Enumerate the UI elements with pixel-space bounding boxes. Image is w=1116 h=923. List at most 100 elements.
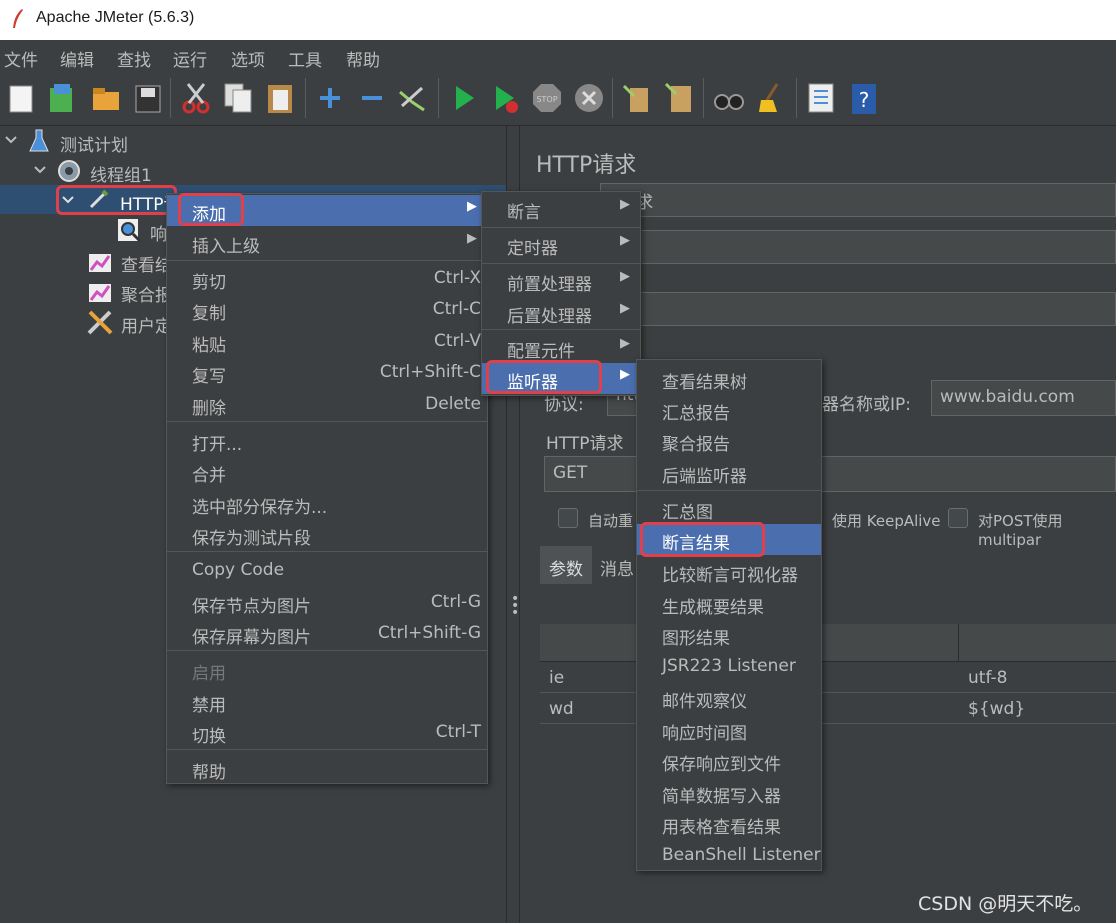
- cut-icon[interactable]: [180, 80, 212, 116]
- chevron-down-icon[interactable]: [5, 134, 17, 146]
- chevron-right-icon: ▶: [620, 336, 630, 351]
- function-helper-icon[interactable]: [805, 80, 837, 116]
- start-no-pause-icon[interactable]: [490, 80, 522, 116]
- shutdown-icon[interactable]: [573, 80, 605, 116]
- start-icon[interactable]: [448, 80, 480, 116]
- toggle-icon[interactable]: [396, 80, 428, 116]
- tree-node-view-results[interactable]: 查看结: [121, 251, 172, 276]
- menu-item-summary-report[interactable]: 汇总报告: [637, 394, 821, 425]
- menu-item-save-node-image[interactable]: 保存节点为图片 Ctrl-G: [167, 587, 487, 618]
- server-field[interactable]: www.baidu.com: [931, 380, 1116, 416]
- context-menu: 添加 ▶ 插入上级 ▶ 剪切 Ctrl-X 复制 Ctrl-C 粘贴 Ctrl-V 复写 C…: [166, 193, 488, 784]
- chevron-right-icon: ▶: [620, 367, 630, 382]
- menu-item-merge[interactable]: 合并: [167, 456, 487, 487]
- tree-node-thread-group[interactable]: 线程组1: [90, 161, 152, 186]
- table-row[interactable]: ie utf-8: [540, 663, 1116, 693]
- menu-item-view-results-table[interactable]: 用表格查看结果: [637, 808, 821, 839]
- menu-options[interactable]: 选项: [231, 46, 265, 71]
- menu-tools[interactable]: 工具: [288, 46, 322, 71]
- method-select[interactable]: GET: [544, 456, 1116, 492]
- menu-item-postprocessors[interactable]: 后置处理器 ▶: [482, 297, 640, 328]
- menu-item-generate-summary[interactable]: 生成概要结果: [637, 588, 821, 619]
- menu-item-save-responses[interactable]: 保存响应到文件: [637, 745, 821, 776]
- menu-item-beanshell-listener[interactable]: BeanShell Listener: [637, 840, 821, 871]
- highlight-box: [178, 193, 244, 226]
- chevron-down-icon[interactable]: [34, 164, 46, 176]
- menu-item-comparison-visualizer[interactable]: 比较断言可视化器: [637, 556, 821, 587]
- window-title: Apache JMeter (5.6.3): [36, 9, 195, 26]
- menu-item-assertions[interactable]: 断言 ▶: [482, 193, 640, 224]
- menu-item-disable[interactable]: 禁用: [167, 686, 487, 717]
- server-label: 器名称或IP:: [822, 395, 911, 415]
- panel-title: HTTP请求: [536, 153, 637, 178]
- copy-icon[interactable]: [222, 80, 254, 116]
- chevron-right-icon: ▶: [620, 233, 630, 248]
- menu-item-save-selection[interactable]: 选中部分保存为...: [167, 488, 487, 519]
- menu-item-config-elements[interactable]: 配置元件 ▶: [482, 332, 640, 363]
- menu-item-aggregate-report[interactable]: 聚合报告: [637, 425, 821, 456]
- new-icon[interactable]: [6, 80, 38, 116]
- menu-item-duplicate[interactable]: 复写 Ctrl+Shift-C: [167, 357, 487, 388]
- menu-item-save-fragment[interactable]: 保存为测试片段: [167, 519, 487, 550]
- menu-item-copy[interactable]: 复制 Ctrl-C: [167, 294, 487, 325]
- tree-node-aggregate[interactable]: 聚合报: [121, 281, 172, 306]
- menu-item-toggle[interactable]: 切换 Ctrl-T: [167, 717, 487, 748]
- menu-item-aggregate-graph[interactable]: 汇总图: [637, 493, 821, 524]
- menu-item-delete[interactable]: 删除 Delete: [167, 389, 487, 420]
- menu-item-mailer-visualizer[interactable]: 邮件观察仪: [637, 682, 821, 713]
- highlight-box: [486, 360, 602, 394]
- menu-item-insert-parent[interactable]: 插入上级 ▶: [167, 227, 487, 258]
- collapse-icon[interactable]: [356, 80, 388, 116]
- menu-item-backend-listener[interactable]: 后端监听器: [637, 457, 821, 488]
- menu-item-simple-data-writer[interactable]: 简单数据写入器: [637, 777, 821, 808]
- highlight-box: [640, 522, 765, 557]
- menu-item-jsr223-listener[interactable]: JSR223 Listener: [637, 651, 821, 682]
- auto-redirect-checkbox[interactable]: [558, 508, 578, 528]
- menu-run[interactable]: 运行: [173, 46, 207, 71]
- chart-icon: [89, 254, 111, 272]
- clear-icon[interactable]: [620, 80, 652, 116]
- menu-item-view-results-tree[interactable]: 查看结果树: [637, 363, 821, 394]
- menu-item-copy-code[interactable]: Copy Code: [167, 555, 487, 586]
- help-icon[interactable]: ?: [848, 80, 880, 116]
- tree-node-response[interactable]: 响: [150, 220, 167, 245]
- menu-item-open[interactable]: 打开...: [167, 425, 487, 456]
- menu-item-graph-results[interactable]: 图形结果: [637, 619, 821, 650]
- expand-icon[interactable]: [314, 80, 346, 116]
- tree-node-test-plan[interactable]: 测试计划: [60, 131, 128, 156]
- keepalive-label: 使用 KeepAlive: [832, 512, 941, 530]
- highlight-box: [56, 185, 177, 215]
- tab-body[interactable]: 消息: [600, 555, 634, 580]
- menu-item-cut[interactable]: 剪切 Ctrl-X: [167, 263, 487, 294]
- extra-field[interactable]: [600, 292, 1116, 326]
- multipart-checkbox[interactable]: [948, 508, 968, 528]
- open-icon[interactable]: [90, 80, 122, 116]
- search-icon[interactable]: [713, 80, 745, 116]
- menu-file[interactable]: 文件: [4, 46, 38, 71]
- menu-item-help[interactable]: 帮助: [167, 753, 487, 784]
- reset-search-icon[interactable]: [755, 80, 787, 116]
- menu-help[interactable]: 帮助: [346, 46, 380, 71]
- menu-bar: 文件 编辑 查找 运行 选项 工具 帮助: [0, 40, 1116, 72]
- drag-handle-icon[interactable]: • • •: [511, 592, 519, 620]
- menu-edit[interactable]: 编辑: [60, 46, 94, 71]
- menu-item-save-screen-image[interactable]: 保存屏幕为图片 Ctrl+Shift-G: [167, 618, 487, 649]
- menu-item-preprocessors[interactable]: 前置处理器 ▶: [482, 265, 640, 296]
- templates-icon[interactable]: [46, 80, 78, 116]
- clear-all-icon[interactable]: [663, 80, 695, 116]
- tab-params[interactable]: 参数: [540, 546, 592, 584]
- stop-icon[interactable]: STOP: [531, 80, 563, 116]
- name-field[interactable]: P请求: [600, 183, 1116, 217]
- tree-node-user-defined[interactable]: 用户定: [121, 312, 172, 337]
- menu-item-timers[interactable]: 定时器 ▶: [482, 229, 640, 260]
- menu-item-response-time-graph[interactable]: 响应时间图: [637, 714, 821, 745]
- paste-icon[interactable]: [264, 80, 296, 116]
- menu-item-paste[interactable]: 粘贴 Ctrl-V: [167, 326, 487, 357]
- chevron-right-icon: ▶: [620, 197, 630, 212]
- magnifier-icon: [118, 219, 142, 243]
- table-row[interactable]: wd ${wd}: [540, 694, 1116, 724]
- tools-icon: [87, 310, 113, 335]
- save-icon[interactable]: [132, 80, 164, 116]
- menu-search[interactable]: 查找: [117, 46, 151, 71]
- comment-field[interactable]: [600, 230, 1116, 264]
